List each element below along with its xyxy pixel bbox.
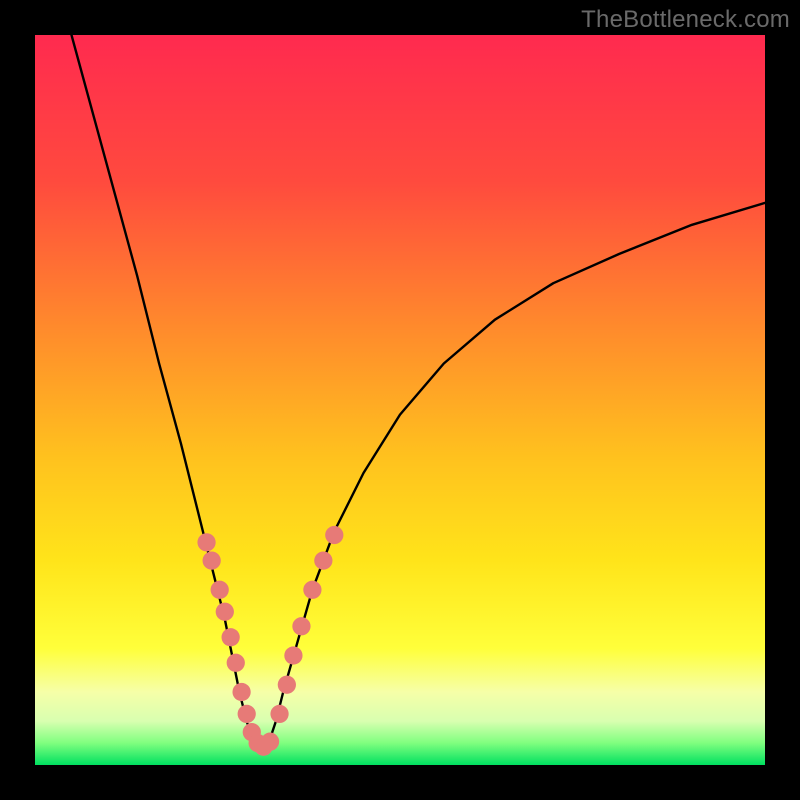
data-marker [232, 683, 250, 701]
data-marker [222, 628, 240, 646]
curve-layer [35, 35, 765, 765]
data-marker [238, 705, 256, 723]
bottleneck-curve [72, 35, 766, 750]
data-marker [325, 526, 343, 544]
watermark-text: TheBottleneck.com [581, 6, 790, 34]
data-marker [303, 581, 321, 599]
data-marker [292, 617, 310, 635]
plot-area [35, 35, 765, 765]
data-marker [314, 551, 332, 569]
data-marker [203, 551, 221, 569]
data-marker [261, 733, 279, 751]
data-marker [270, 705, 288, 723]
marker-group [197, 526, 343, 756]
data-marker [284, 646, 302, 664]
data-marker [216, 603, 234, 621]
data-marker [197, 533, 215, 551]
data-marker [211, 581, 229, 599]
chart-frame: TheBottleneck.com [0, 0, 800, 800]
data-marker [278, 676, 296, 694]
data-marker [227, 654, 245, 672]
